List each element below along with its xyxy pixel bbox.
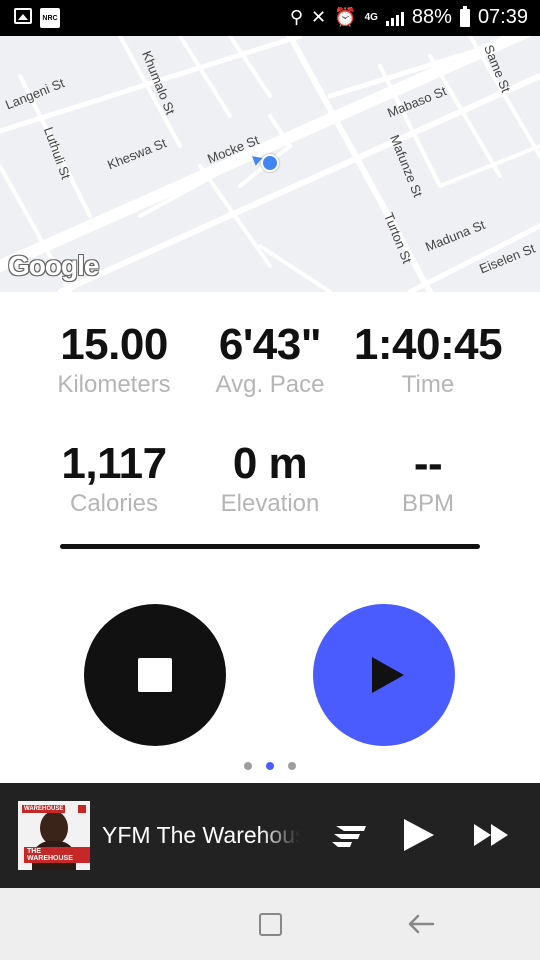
stop-icon: [138, 658, 172, 692]
back-icon[interactable]: [407, 913, 435, 935]
stat-label: Calories: [69, 490, 159, 517]
album-badge: [78, 805, 86, 813]
clock: 07:39: [477, 6, 528, 28]
page-dot[interactable]: [288, 762, 296, 770]
stat-bpm: -- BPM: [343, 439, 513, 519]
page-dot-active[interactable]: [266, 762, 274, 770]
resume-button[interactable]: [313, 604, 455, 746]
album-tag: WAREHOUSE: [22, 805, 66, 813]
media-play-icon[interactable]: [404, 819, 434, 851]
stat-value: 15.00: [60, 320, 168, 369]
stat-value: 1,117: [61, 439, 167, 488]
route-map[interactable]: Langeni St Khumalo St Luthuli St Kheswa …: [0, 36, 540, 292]
stat-value: --: [413, 439, 443, 488]
stat-label: BPM: [401, 490, 454, 517]
stat-distance: 15.00 Kilometers: [29, 320, 199, 400]
current-location-marker: [261, 154, 279, 172]
album-title: THE WAREHOUSE: [24, 847, 90, 863]
media-player-bar[interactable]: WAREHOUSE THE WAREHOUSE YFM The Warehous…: [0, 783, 540, 888]
stat-calories: 1,117 Calories: [29, 439, 199, 519]
google-logo: Google: [8, 250, 99, 281]
status-bar: NRC ⚲ ✕ ⏰ 4G 88% 07:39: [0, 0, 540, 36]
stop-button[interactable]: [84, 604, 226, 746]
system-nav-bar: [0, 888, 540, 960]
album-art[interactable]: WAREHOUSE THE WAREHOUSE: [18, 801, 90, 870]
stat-label: Elevation: [220, 490, 320, 517]
page-indicator: [244, 762, 296, 770]
stat-pace: 6'43" Avg. Pace: [185, 320, 355, 400]
stat-value: 6'43": [218, 320, 322, 369]
signal-icon: [385, 10, 404, 26]
stat-label: Avg. Pace: [215, 371, 325, 398]
recent-apps-icon[interactable]: [259, 913, 282, 936]
stat-value: 1:40:45: [353, 320, 503, 369]
page-dot[interactable]: [244, 762, 252, 770]
stat-time: 1:40:45 Time: [343, 320, 513, 400]
gallery-notification-icon: [14, 8, 32, 24]
stat-elevation: 0 m Elevation: [185, 439, 355, 519]
music-service-icon[interactable]: [328, 822, 368, 850]
fast-forward-icon[interactable]: [474, 824, 508, 846]
stat-label: Time: [401, 371, 455, 398]
stat-label: Kilometers: [57, 371, 171, 398]
alarm-icon: ⏰: [334, 7, 357, 27]
stats-divider: [60, 544, 480, 549]
battery-icon: [459, 5, 470, 27]
network-type: 4G: [364, 11, 378, 23]
battery-percent: 88%: [411, 6, 452, 28]
location-icon: ⚲: [289, 7, 304, 27]
stat-value: 0 m: [232, 439, 308, 488]
media-title[interactable]: YFM The Warehouse: [102, 821, 300, 849]
artist-head: [40, 811, 68, 845]
mute-icon: ✕: [311, 7, 327, 27]
play-icon: [372, 657, 404, 693]
nrc-notification-icon: NRC: [40, 8, 60, 28]
